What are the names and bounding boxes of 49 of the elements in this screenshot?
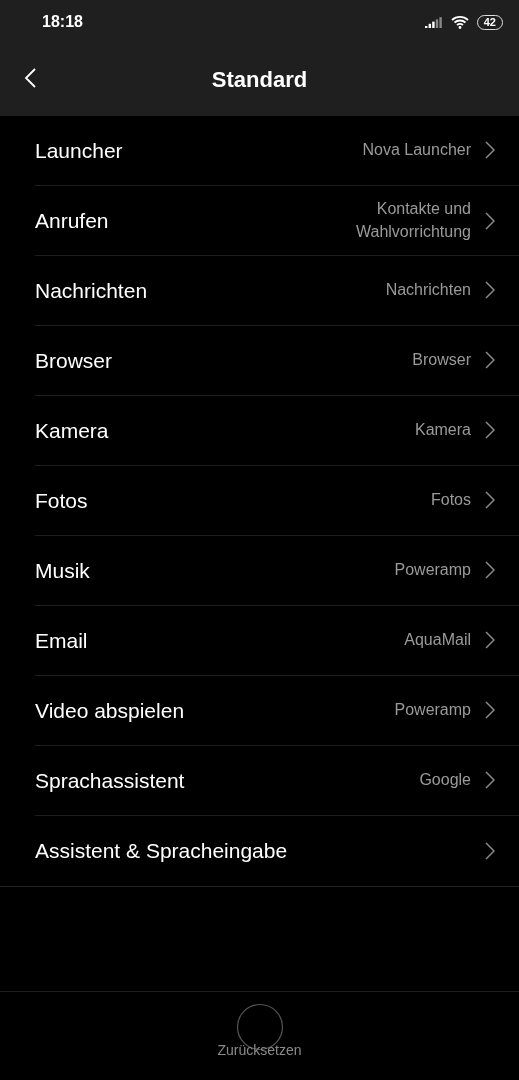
settings-row[interactable]: Launcher Nova Launcher — [35, 116, 519, 186]
signal-icon — [424, 16, 443, 28]
settings-row[interactable]: Sprachassistent Google — [35, 746, 519, 816]
reset-button[interactable]: Zurücksetzen — [217, 1040, 302, 1060]
row-label: Musik — [35, 558, 90, 583]
chevron-right-icon — [485, 771, 495, 790]
row-value: Poweramp — [394, 560, 471, 581]
chevron-right-icon — [485, 421, 495, 440]
row-label: Sprachassistent — [35, 768, 185, 793]
chevron-right-icon — [485, 491, 495, 510]
back-button[interactable] — [22, 66, 38, 90]
settings-row[interactable]: Video abspielen Poweramp — [35, 676, 519, 746]
wifi-icon — [450, 15, 469, 29]
row-label: Fotos — [35, 488, 88, 513]
row-label: Email — [35, 628, 88, 653]
row-value: Kamera — [414, 420, 471, 441]
row-value: AquaMail — [404, 630, 471, 651]
row-label: Browser — [35, 348, 113, 373]
row-value: Fotos — [431, 490, 471, 511]
chevron-right-icon — [485, 211, 495, 230]
row-value: Nova Launcher — [362, 140, 471, 161]
row-label: Anrufen — [35, 208, 109, 233]
row-label: Nachrichten — [35, 278, 148, 303]
row-value: Kontakte und Wahlvorrichtung — [355, 199, 471, 242]
settings-row[interactable]: Email AquaMail — [35, 606, 519, 676]
settings-row[interactable]: Anrufen Kontakte und Wahlvorrichtung — [35, 186, 519, 256]
settings-row[interactable]: Kamera Kamera — [35, 396, 519, 466]
row-value: Browser — [412, 350, 471, 371]
status-time: 18:18 — [42, 13, 83, 31]
settings-row[interactable]: Assistent & Spracheingabe — [35, 816, 519, 886]
chevron-right-icon — [485, 281, 495, 300]
row-label: Assistent & Spracheingabe — [35, 839, 288, 863]
row-value: Poweramp — [394, 700, 471, 721]
chevron-right-icon — [485, 351, 495, 370]
chevron-right-icon — [485, 631, 495, 650]
chevron-right-icon — [485, 561, 495, 580]
settings-row[interactable]: Browser Browser — [35, 326, 519, 396]
row-label: Launcher — [35, 138, 123, 163]
row-label: Kamera — [35, 418, 109, 443]
settings-row[interactable]: Musik Poweramp — [35, 536, 519, 606]
settings-row[interactable]: Fotos Fotos — [35, 466, 519, 536]
row-label: Video abspielen — [35, 698, 185, 723]
chevron-right-icon — [485, 141, 495, 160]
settings-row[interactable]: Nachrichten Nachrichten — [35, 256, 519, 326]
row-value: Google — [419, 770, 471, 791]
chevron-right-icon — [485, 842, 495, 860]
page-title: Standard — [211, 67, 308, 93]
chevron-right-icon — [485, 701, 495, 720]
row-value: Nachrichten — [385, 280, 471, 301]
